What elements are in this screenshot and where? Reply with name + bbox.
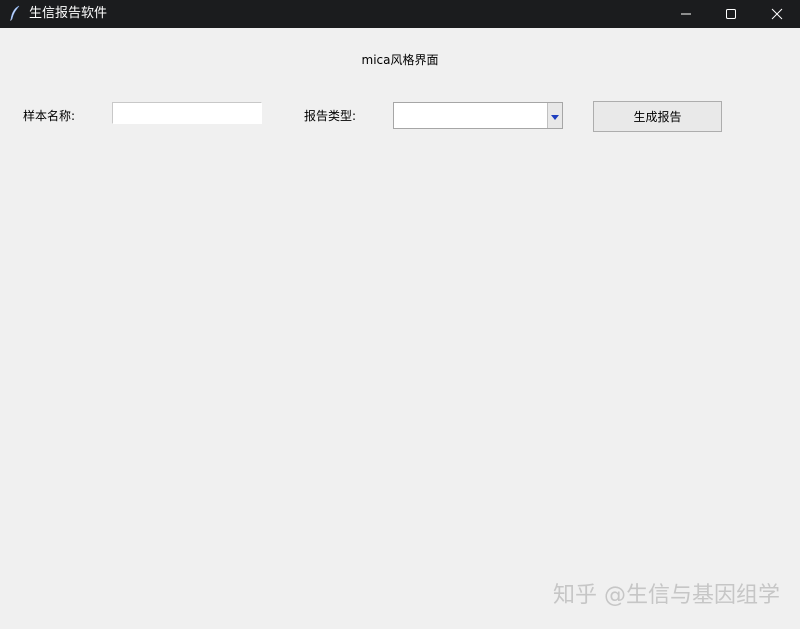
maximize-button[interactable]: [708, 0, 754, 28]
close-icon: [771, 5, 783, 24]
feather-icon: [9, 5, 21, 21]
close-button[interactable]: [754, 0, 800, 28]
report-type-dropdown-button[interactable]: [547, 103, 562, 128]
report-type-combobox[interactable]: [393, 102, 563, 129]
sample-name-label: 样本名称:: [23, 109, 76, 123]
window-title: 生信报告软件: [29, 6, 108, 21]
sample-name-input[interactable]: [112, 102, 262, 124]
watermark: 知乎 @生信与基因组学: [553, 583, 780, 608]
generate-report-button[interactable]: 生成报告: [593, 101, 722, 132]
minimize-icon: [680, 5, 692, 24]
minimize-button[interactable]: [663, 0, 709, 28]
page-title: mica风格界面: [361, 53, 439, 67]
app-window: 生信报告软件 mica风格界面 样本名称: 报告类型: 生成报告 知乎 @生信与…: [0, 0, 800, 629]
report-type-label: 报告类型:: [304, 109, 357, 123]
title-bar[interactable]: 生信报告软件: [0, 0, 800, 28]
caret-down-icon: [551, 106, 559, 125]
maximize-icon: [725, 5, 737, 24]
